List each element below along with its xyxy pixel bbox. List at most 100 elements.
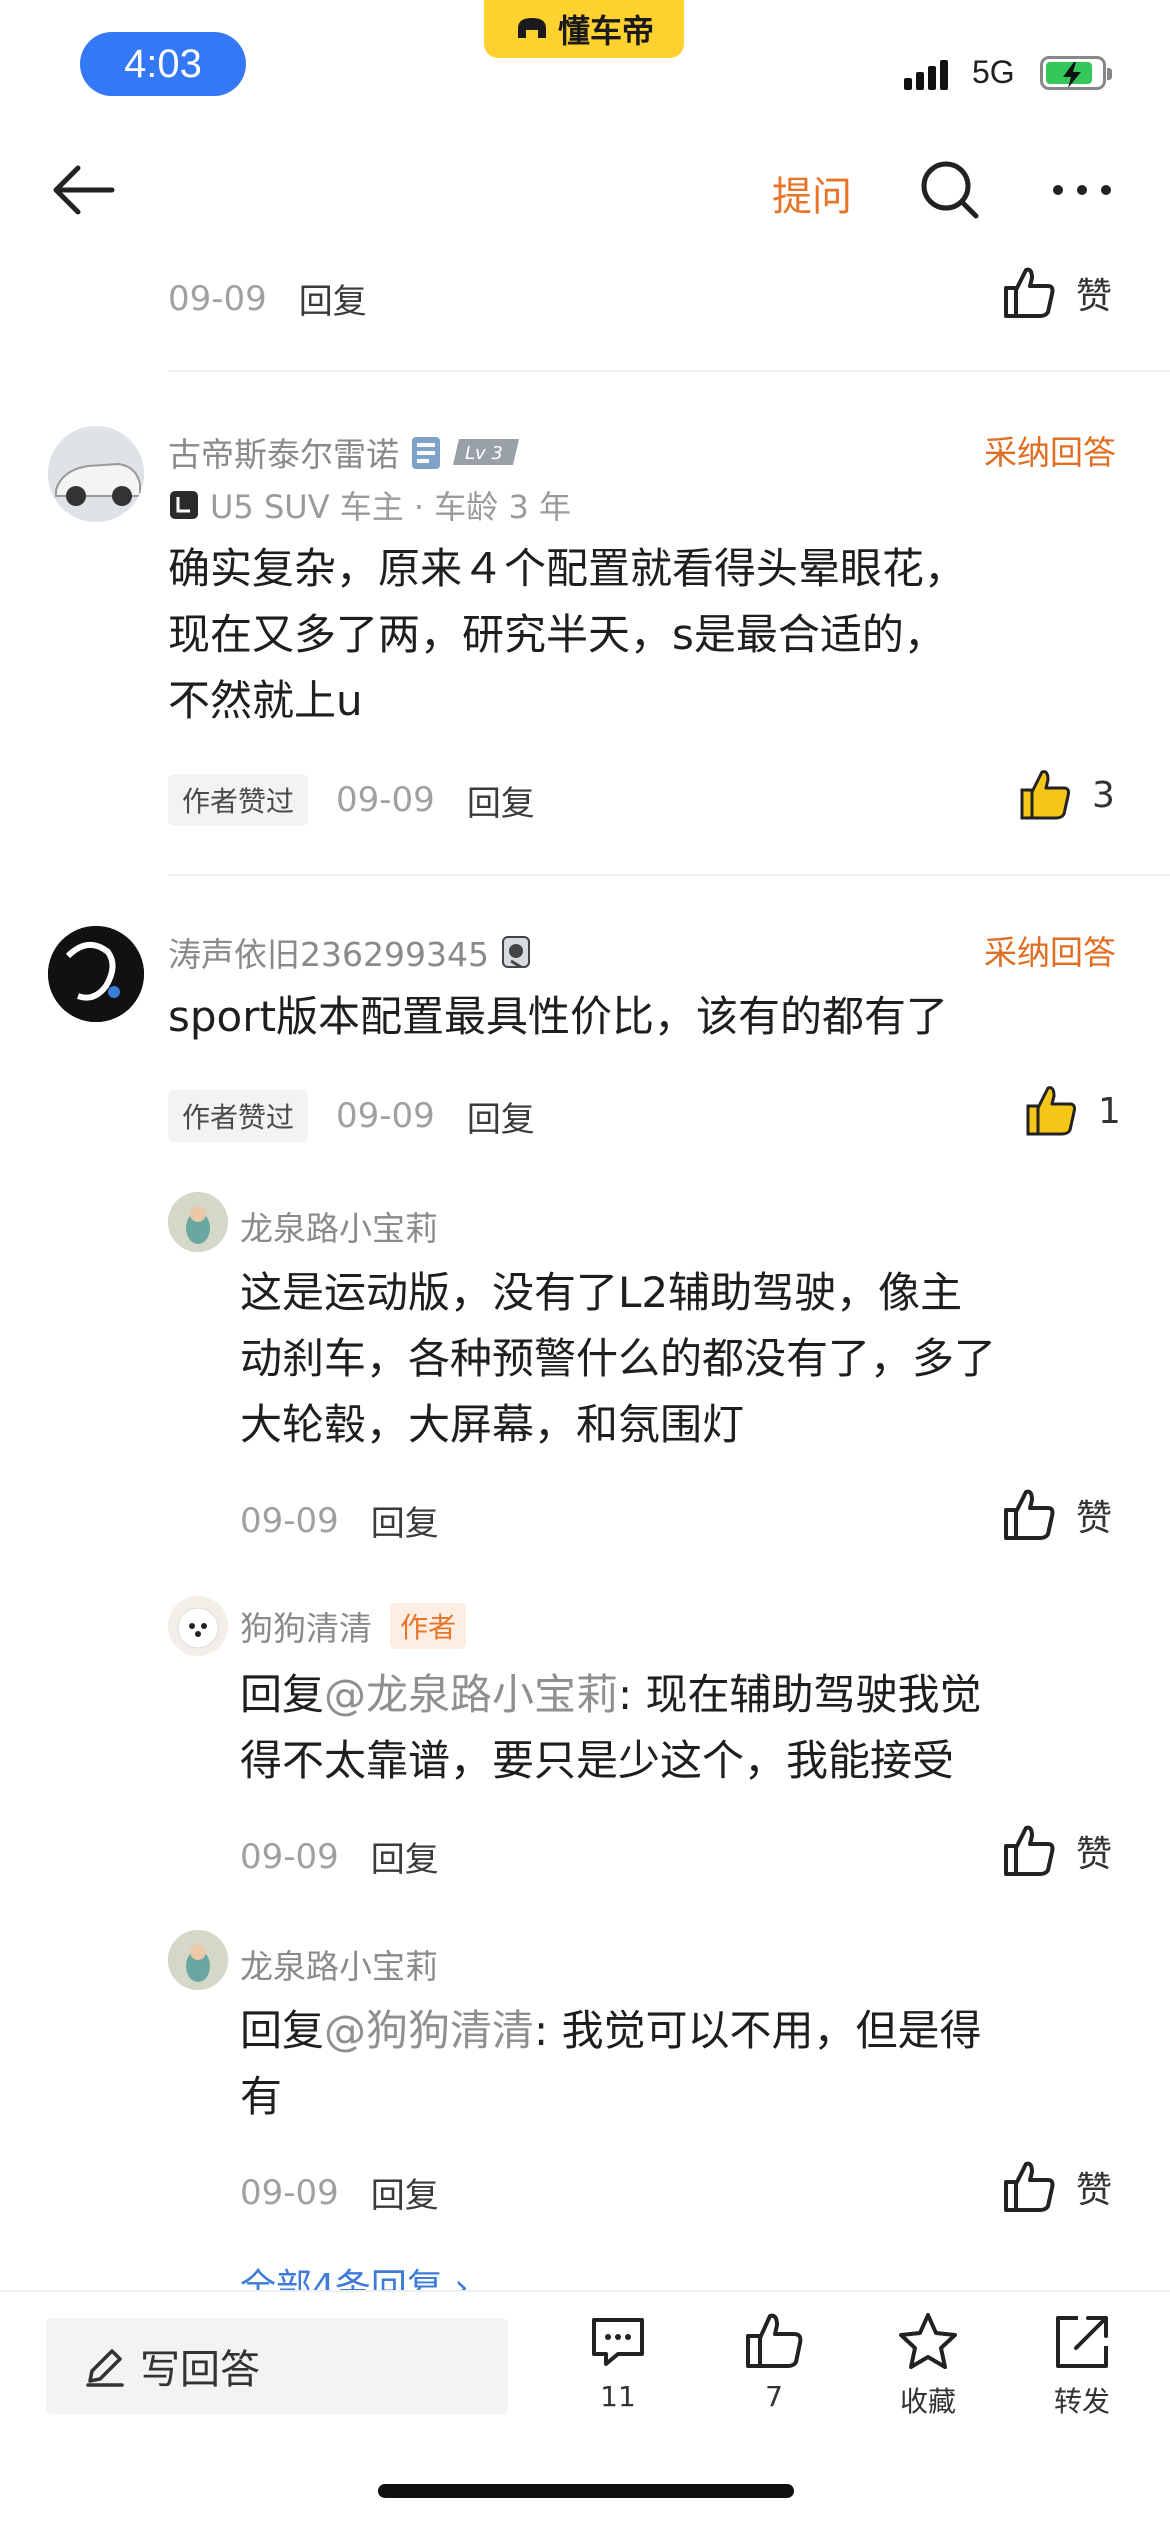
like-button[interactable]: 赞 [1000, 2158, 1112, 2216]
divider [168, 370, 1170, 372]
reply-button[interactable]: 回复 [371, 1832, 439, 1881]
like-count: 7 [765, 2380, 783, 2413]
reply-text-line: 得不太靠谱，要只是少这个，我能接受 [240, 1736, 955, 1785]
cellular-signal-icon [904, 60, 948, 90]
answer-text-line: 现在又多了两，研究半天，s是最合适的， [168, 610, 946, 659]
view-all-replies-link[interactable]: 全部4条回复 › [240, 2258, 469, 2290]
ask-question-button[interactable]: 提问 [772, 164, 852, 222]
reply-author[interactable]: 龙泉路小宝莉 [240, 1202, 438, 1250]
car-owner-info: U5 SUV 车主 · 车龄 3 年 [168, 482, 571, 528]
share-label: 转发 [1053, 2385, 1110, 2418]
reply-text-line: 大轮毂，大屏幕，和氛围灯 [240, 1400, 745, 1449]
reply-date: 09-09 [240, 1500, 339, 1541]
reply-text: 回复@狗狗清清: 我觉可以不用，但是得 有 [240, 1998, 1120, 2130]
reply-prefix: 回复 [240, 2006, 325, 2055]
thumbs-up-icon [1004, 267, 1055, 318]
write-answer-button[interactable]: 写回答 [46, 2318, 508, 2414]
reply-text-line: 回复@狗狗清清: 我觉可以不用，但是得 [240, 1998, 1120, 2064]
favorite-button[interactable]: 收藏 [868, 2310, 988, 2420]
battery-charging-icon [1040, 56, 1112, 90]
reply-button[interactable]: 回复 [371, 2168, 439, 2217]
reply-meta: 09-09 回复 [240, 2168, 439, 2217]
reply-button[interactable]: 回复 [371, 1496, 439, 1545]
car-brand-icon [170, 491, 198, 519]
avatar[interactable] [168, 1596, 228, 1656]
answer-date: 09-09 [336, 1096, 435, 1136]
mention-link[interactable]: @龙泉路小宝莉 [324, 1670, 618, 1719]
avatar[interactable] [48, 926, 144, 1022]
reply-text: 这是运动版，没有了L2辅助驾驶，像主 动刹车，各种预警什么的都没有了，多了 大轮… [240, 1260, 1120, 1458]
like-label: 赞 [1076, 1498, 1113, 1539]
network-type: 5G [972, 54, 1015, 90]
answer-text-line: 不然就上u [168, 676, 363, 725]
reply-text-line: 回复@龙泉路小宝莉: 现在辅助驾驶我觉 [240, 1662, 1120, 1728]
thumbs-up-filled-icon [1026, 1086, 1076, 1136]
reply-date: 09-09 [240, 2172, 339, 2213]
write-answer-label: 写回答 [140, 2347, 260, 2393]
app-name: 懂车帝 [557, 12, 654, 50]
home-indicator[interactable] [378, 2484, 794, 2498]
reply-text-line: 动刹车，各种预警什么的都没有了，多了 [240, 1334, 997, 1383]
author-name: 古帝斯泰尔雷诺 [168, 435, 399, 474]
more-icon[interactable] [1050, 170, 1114, 210]
author-praised-badge: 作者赞过 [168, 774, 309, 826]
reply-prefix: 回复 [240, 1670, 325, 1719]
reply-button[interactable]: 回复 [467, 1092, 535, 1141]
like-button[interactable]: 3 [1016, 766, 1115, 824]
author-name: 狗狗清清 [240, 1609, 372, 1648]
reply-author[interactable]: 狗狗清清 作者 [240, 1602, 467, 1650]
answer-author[interactable]: 涛声依旧236299345 [168, 928, 533, 976]
comment-count: 11 [600, 2380, 636, 2413]
reply-button[interactable]: 回复 [467, 776, 535, 825]
reply-author[interactable]: 龙泉路小宝莉 [240, 1940, 438, 1988]
status-time: 4:03 [80, 32, 246, 96]
answers-list: 09-09 回复 赞 古帝斯泰尔雷诺 Lv 3 采纳回答 U5 SUV 车主 ·… [0, 240, 1170, 2290]
like-button[interactable]: 1 [1022, 1082, 1121, 1140]
author-tag: 作者 [390, 1603, 467, 1649]
like-button[interactable]: 赞 [1000, 1486, 1112, 1544]
share-icon [1056, 2316, 1108, 2368]
search-icon[interactable] [918, 158, 982, 222]
medal-badge-icon [412, 437, 440, 469]
reply-text-fragment: : 现在辅助驾驶我觉 [618, 1670, 982, 1719]
reply-text-line: 这是运动版，没有了L2辅助驾驶，像主 [240, 1268, 963, 1317]
comment-icon [592, 2318, 644, 2366]
share-button[interactable]: 转发 [1022, 2310, 1142, 2420]
adopt-answer-button[interactable]: 采纳回答 [984, 426, 1116, 474]
comment-date: 09-09 [168, 278, 267, 319]
avatar[interactable] [168, 1930, 228, 1990]
adopt-answer-button[interactable]: 采纳回答 [984, 926, 1116, 974]
thumbs-up-filled-icon [1020, 770, 1070, 820]
answer-meta: 作者赞过 09-09 回复 [168, 1090, 535, 1142]
pencil-icon [86, 2349, 124, 2387]
medal-badge-icon [501, 936, 530, 969]
thumbs-up-icon [1004, 1825, 1055, 1876]
app-logo-icon [517, 18, 546, 38]
back-arrow-icon[interactable] [48, 160, 118, 220]
reply-meta: 09-09 回复 [240, 1832, 439, 1881]
thumbs-up-icon [746, 2313, 803, 2368]
like-count: 3 [1092, 774, 1115, 816]
answer-author[interactable]: 古帝斯泰尔雷诺 Lv 3 [168, 428, 523, 476]
level-badge-icon: Lv 3 [453, 439, 519, 465]
favorite-label: 收藏 [899, 2385, 956, 2418]
answer-text-line: 确实复杂，原来４个配置就看得头晕眼花， [168, 544, 967, 593]
like-label: 赞 [1076, 276, 1113, 317]
reply-date: 09-09 [240, 1836, 339, 1877]
like-button[interactable]: 赞 [1000, 264, 1112, 322]
reply-text-line: 有 [240, 2072, 283, 2121]
like-button[interactable]: 赞 [1000, 1822, 1112, 1880]
avatar[interactable] [48, 426, 144, 522]
answer-text: sport版本配置最具性价比，该有的都有了 [168, 992, 948, 1041]
reply-meta: 09-09 回复 [240, 1496, 439, 1545]
answer-text: 确实复杂，原来４个配置就看得头晕眼花， 现在又多了两，研究半天，s是最合适的， … [168, 536, 1118, 734]
like-count: 1 [1098, 1090, 1121, 1132]
comment-meta: 09-09 回复 [168, 274, 367, 323]
reply-button[interactable]: 回复 [299, 274, 367, 323]
like-post-button[interactable]: 7 [714, 2310, 834, 2413]
avatar[interactable] [168, 1192, 228, 1252]
comments-button[interactable]: 11 [558, 2310, 678, 2413]
mention-link[interactable]: @狗狗清清 [324, 2006, 534, 2055]
reply-text: 回复@龙泉路小宝莉: 现在辅助驾驶我觉 得不太靠谱，要只是少这个，我能接受 [240, 1662, 1120, 1794]
author-name: 涛声依旧236299345 [168, 935, 489, 974]
